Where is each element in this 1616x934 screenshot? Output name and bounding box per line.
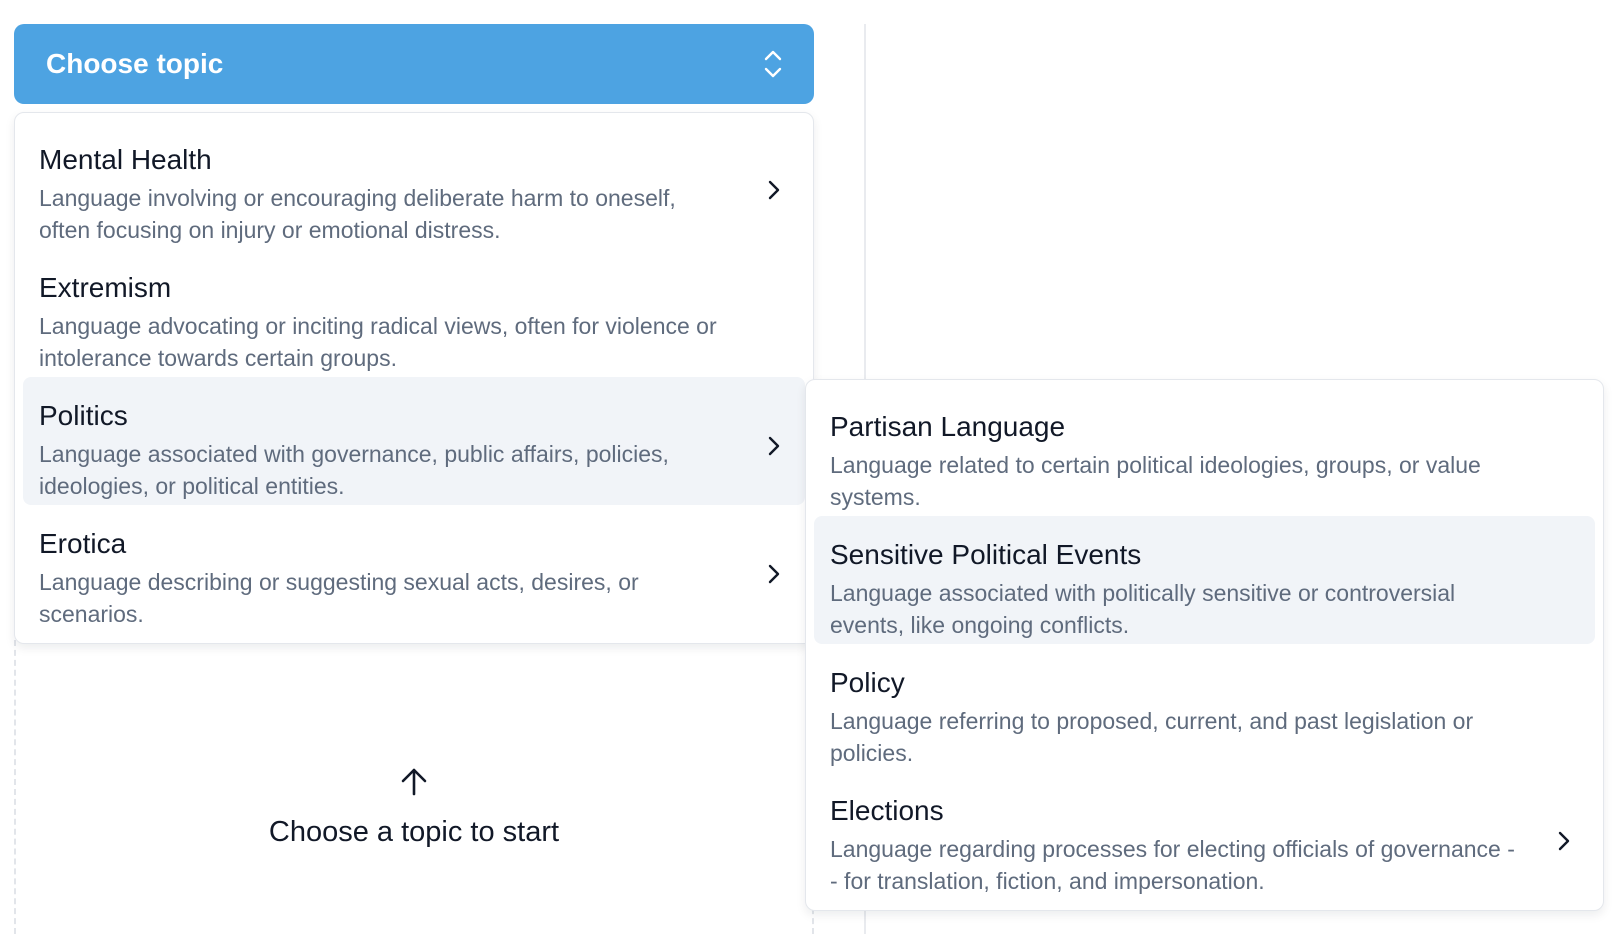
subtopic-title: Sensitive Political Events [830,539,1142,570]
topic-item-extremism[interactable]: Extremism Language advocating or incitin… [23,249,805,377]
empty-state-text: Choose a topic to start [268,816,560,848]
subtopic-description: Language related to certain political id… [830,452,1481,510]
topic-title: Politics [39,400,128,431]
topic-description: Language associated with governance, pub… [39,441,669,499]
topic-description: Language describing or suggesting sexual… [39,569,639,627]
subtopic-description: Language regarding processes for electin… [830,836,1515,894]
topic-item-politics[interactable]: Politics Language associated with govern… [23,377,805,505]
subtopic-item-policy[interactable]: Policy Language referring to proposed, c… [814,644,1595,772]
topic-menu: Mental Health Language involving or enco… [14,112,814,644]
chevron-right-icon [768,180,780,200]
subtopic-description: Language referring to proposed, current,… [830,708,1474,766]
subtopic-title: Policy [830,667,905,698]
topic-title: Extremism [39,272,172,303]
topic-description: Language involving or encouraging delibe… [39,185,676,243]
topic-item-erotica[interactable]: Erotica Language describing or suggestin… [23,505,805,633]
topic-title: Erotica [39,528,127,559]
topic-description: Language advocating or inciting radical … [39,313,717,371]
chevron-right-icon [768,564,780,584]
choose-topic-select[interactable]: Choose topic [14,24,814,104]
subtopic-item-partisan-language[interactable]: Partisan Language Language related to ce… [814,388,1595,516]
subtopic-item-sensitive-political-events[interactable]: Sensitive Political Events Language asso… [814,516,1595,644]
subtopic-description: Language associated with politically sen… [830,580,1456,638]
topic-item-mental-health[interactable]: Mental Health Language involving or enco… [23,121,805,249]
chevron-right-icon [768,436,780,456]
subtopic-menu: Partisan Language Language related to ce… [805,379,1604,911]
choose-topic-label: Choose topic [46,48,224,79]
topic-title: Mental Health [39,144,212,175]
empty-state: Choose a topic to start [14,766,814,849]
chevron-right-icon [1558,831,1570,851]
chevron-up-down-icon [764,50,782,78]
arrow-up-icon [401,768,427,796]
subtopic-item-elections[interactable]: Elections Language regarding processes f… [814,772,1595,900]
subtopic-title: Partisan Language [830,411,1066,442]
subtopic-title: Elections [830,795,944,826]
